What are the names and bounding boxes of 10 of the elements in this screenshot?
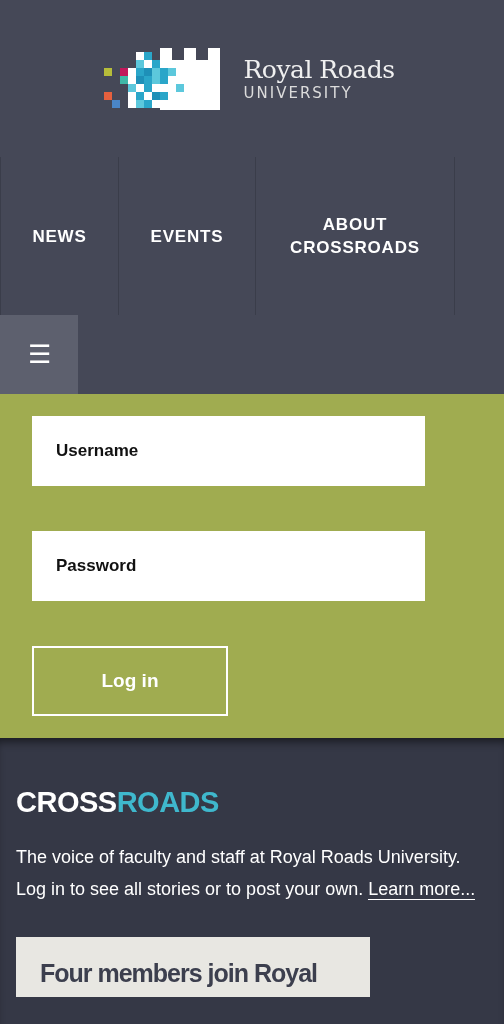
site-title: CROSSROADS [16,786,220,819]
logo-subtitle: UNIVERSITY [243,83,354,102]
learn-more-link[interactable]: Learn more... [368,879,476,900]
logo-name: Royal Roads [243,55,395,84]
password-field[interactable]: Password [32,531,425,601]
story-title: Four members join Royal [40,959,319,988]
story-card[interactable]: Four members join Royal [16,937,370,997]
intro-text: The voice of faculty and staff at Royal Roads University. Log in to see all stories or to post your own. Learn more... [16,846,477,902]
username-field[interactable]: Username [32,416,425,486]
menu-button[interactable]: ☰ [0,315,78,394]
